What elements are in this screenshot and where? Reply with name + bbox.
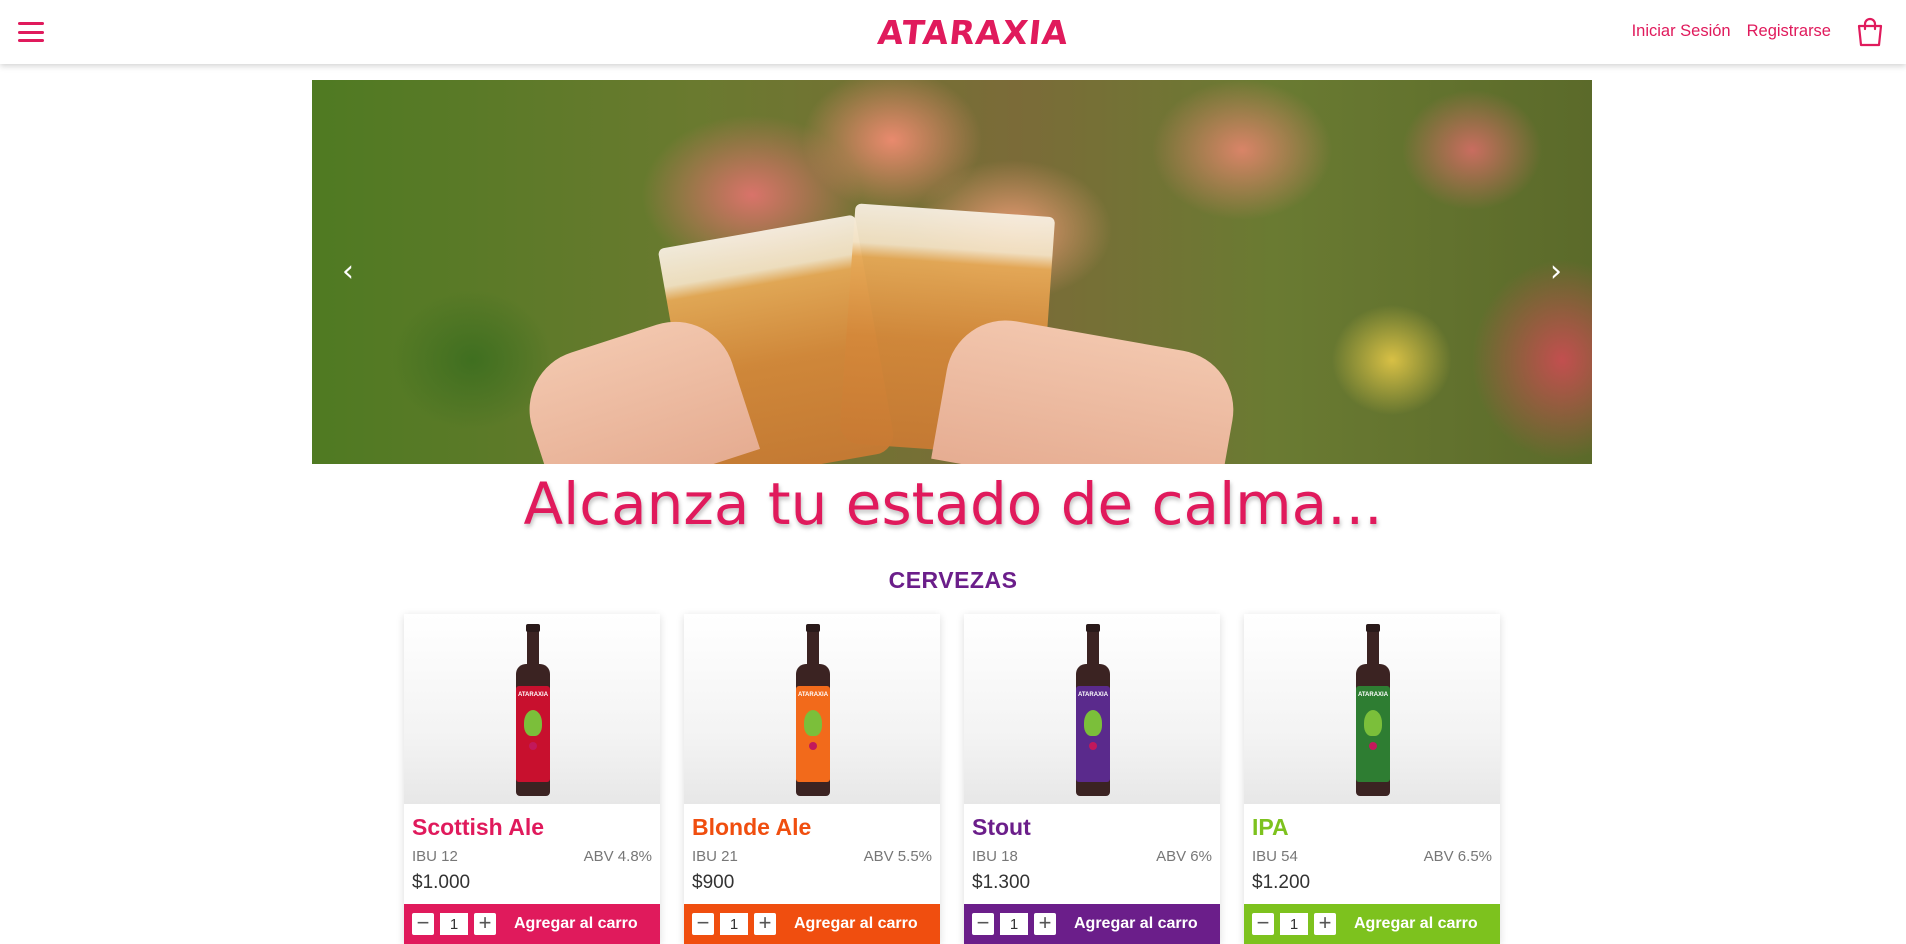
quantity-input[interactable] <box>1280 913 1308 935</box>
product-name: Blonde Ale <box>692 814 812 840</box>
product-image[interactable]: ATARAXIA <box>404 614 660 804</box>
product-grid: ATARAXIA Scottish Ale IBU 12 ABV 4.8% $1… <box>404 614 1500 944</box>
product-abv: ABV 5.5% <box>863 848 932 865</box>
hero-carousel: ‹ › <box>312 80 1592 464</box>
quantity-input[interactable] <box>1000 913 1028 935</box>
beer-bottle-image: ATARAXIA <box>516 624 550 796</box>
product-price: $1.000 <box>412 872 471 893</box>
product-image[interactable]: ATARAXIA <box>1244 614 1500 804</box>
tagline-heading: Alcanza tu estado de calma... <box>523 470 1383 538</box>
shopping-bag-icon[interactable] <box>1854 16 1886 48</box>
minus-icon[interactable]: − <box>1252 912 1274 935</box>
hero-image <box>312 80 1592 464</box>
add-to-cart-button[interactable]: Agregar al carro <box>514 915 638 933</box>
minus-icon[interactable]: − <box>972 912 994 935</box>
add-to-cart-button[interactable]: Agregar al carro <box>794 915 918 933</box>
product-card: ATARAXIA Blonde Ale IBU 21 ABV 5.5% $900… <box>684 614 940 944</box>
product-price: $1.300 <box>972 872 1031 893</box>
product-price: $1.200 <box>1252 872 1311 893</box>
minus-icon[interactable]: − <box>412 912 434 935</box>
auth-links: Iniciar Sesión Registrarse <box>1632 22 1831 41</box>
product-card: ATARAXIA IPA IBU 54 ABV 6.5% $1.200 − + … <box>1244 614 1500 944</box>
product-abv: ABV 4.8% <box>583 848 652 865</box>
add-to-cart-bar: − + Agregar al carro <box>964 904 1220 944</box>
minus-icon[interactable]: − <box>692 912 714 935</box>
register-link[interactable]: Registrarse <box>1747 22 1831 41</box>
product-image[interactable]: ATARAXIA <box>964 614 1220 804</box>
quantity-input[interactable] <box>440 913 468 935</box>
section-title: CERVEZAS <box>888 567 1018 593</box>
brand-logo[interactable]: ATARAXIA <box>875 10 1071 54</box>
plus-icon[interactable]: + <box>754 912 776 935</box>
product-ibu: IBU 21 <box>692 848 738 865</box>
product-abv: ABV 6% <box>1156 848 1212 865</box>
hamburger-menu-icon[interactable] <box>14 18 48 46</box>
chevron-left-icon[interactable]: ‹ <box>330 254 366 290</box>
add-to-cart-button[interactable]: Agregar al carro <box>1074 915 1198 933</box>
quantity-input[interactable] <box>720 913 748 935</box>
product-price: $900 <box>692 872 735 893</box>
add-to-cart-bar: − + Agregar al carro <box>404 904 660 944</box>
product-ibu: IBU 18 <box>972 848 1018 865</box>
product-name: Scottish Ale <box>412 814 545 840</box>
plus-icon[interactable]: + <box>1314 912 1336 935</box>
product-name: Stout <box>972 814 1031 840</box>
beer-bottle-image: ATARAXIA <box>796 624 830 796</box>
brand-logo-text: ATARAXIA <box>875 12 1071 52</box>
add-to-cart-bar: − + Agregar al carro <box>1244 904 1500 944</box>
product-ibu: IBU 54 <box>1252 848 1298 865</box>
beer-bottle-image: ATARAXIA <box>1076 624 1110 796</box>
product-ibu: IBU 12 <box>412 848 458 865</box>
product-card: ATARAXIA Scottish Ale IBU 12 ABV 4.8% $1… <box>404 614 660 944</box>
plus-icon[interactable]: + <box>474 912 496 935</box>
top-navbar: ATARAXIA Iniciar Sesión Registrarse <box>0 0 1906 64</box>
product-card: ATARAXIA Stout IBU 18 ABV 6% $1.300 − + … <box>964 614 1220 944</box>
chevron-right-icon[interactable]: › <box>1538 254 1574 290</box>
login-link[interactable]: Iniciar Sesión <box>1632 22 1731 41</box>
product-abv: ABV 6.5% <box>1423 848 1492 865</box>
add-to-cart-bar: − + Agregar al carro <box>684 904 940 944</box>
product-image[interactable]: ATARAXIA <box>684 614 940 804</box>
product-name: IPA <box>1252 814 1289 840</box>
plus-icon[interactable]: + <box>1034 912 1056 935</box>
add-to-cart-button[interactable]: Agregar al carro <box>1354 915 1478 933</box>
beer-bottle-image: ATARAXIA <box>1356 624 1390 796</box>
